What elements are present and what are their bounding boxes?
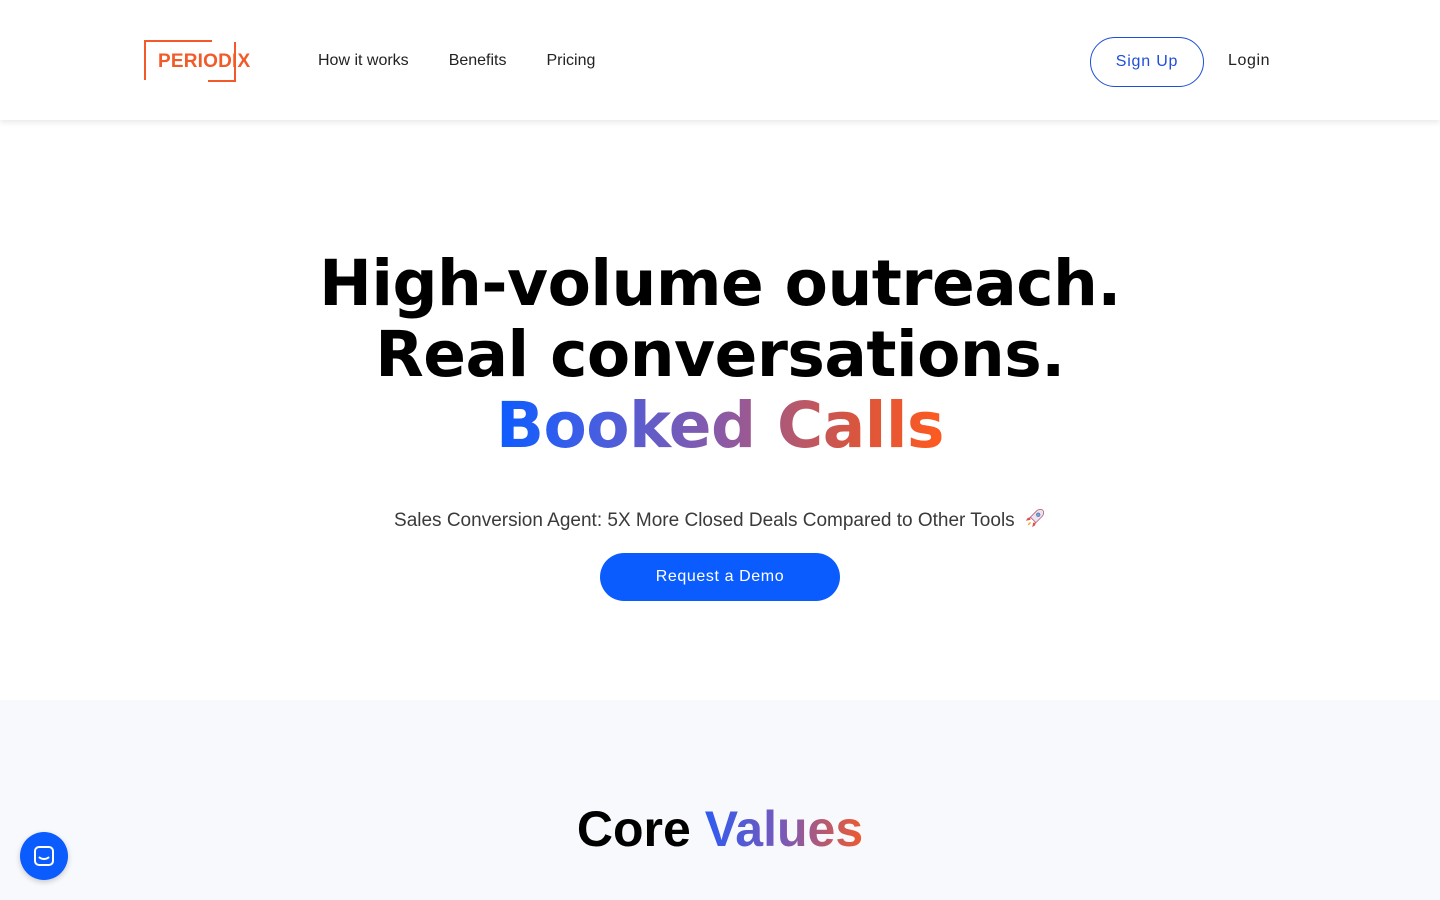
- periodix-logo[interactable]: PERIODIX: [144, 40, 250, 82]
- nav-link-pricing[interactable]: Pricing: [547, 52, 596, 70]
- nav-link-benefits[interactable]: Benefits: [449, 52, 507, 70]
- login-link[interactable]: Login: [1228, 52, 1270, 70]
- chat-launcher-button[interactable]: [20, 832, 68, 880]
- site-header: PERIODIX How it works Benefits Pricing S…: [0, 0, 1440, 120]
- hero-line-1: High-volume outreach.: [319, 247, 1121, 320]
- logo-text: PERIODIX: [158, 51, 251, 72]
- logo-frame-gap: [144, 80, 208, 82]
- rocket-icon: [1025, 509, 1044, 528]
- core-values-title: Core Values: [0, 800, 1440, 858]
- request-demo-button[interactable]: Request a Demo: [600, 553, 840, 601]
- core-values-section: Core Values: [0, 700, 1440, 900]
- chat-icon: [34, 846, 54, 866]
- nav-link-how-it-works[interactable]: How it works: [318, 52, 409, 70]
- hero-section: High-volume outreach. Real conversations…: [0, 120, 1440, 700]
- core-values-title-gradient: Values: [704, 801, 864, 857]
- hero-gradient-text: Booked Calls: [496, 389, 944, 462]
- main-nav: How it works Benefits Pricing: [318, 52, 595, 70]
- hero-line-2: Real conversations.: [375, 318, 1065, 391]
- hero-subtitle-text: Sales Conversion Agent: 5X More Closed D…: [394, 510, 1015, 531]
- hero-subtitle: Sales Conversion Agent: 5X More Closed D…: [0, 507, 1440, 532]
- hero-headline: High-volume outreach. Real conversations…: [0, 248, 1440, 461]
- hero-line-3: Booked Calls: [0, 390, 1440, 461]
- logo-frame-gap: [212, 40, 240, 42]
- core-values-title-plain: Core: [576, 801, 691, 857]
- sign-up-button[interactable]: Sign Up: [1090, 37, 1204, 87]
